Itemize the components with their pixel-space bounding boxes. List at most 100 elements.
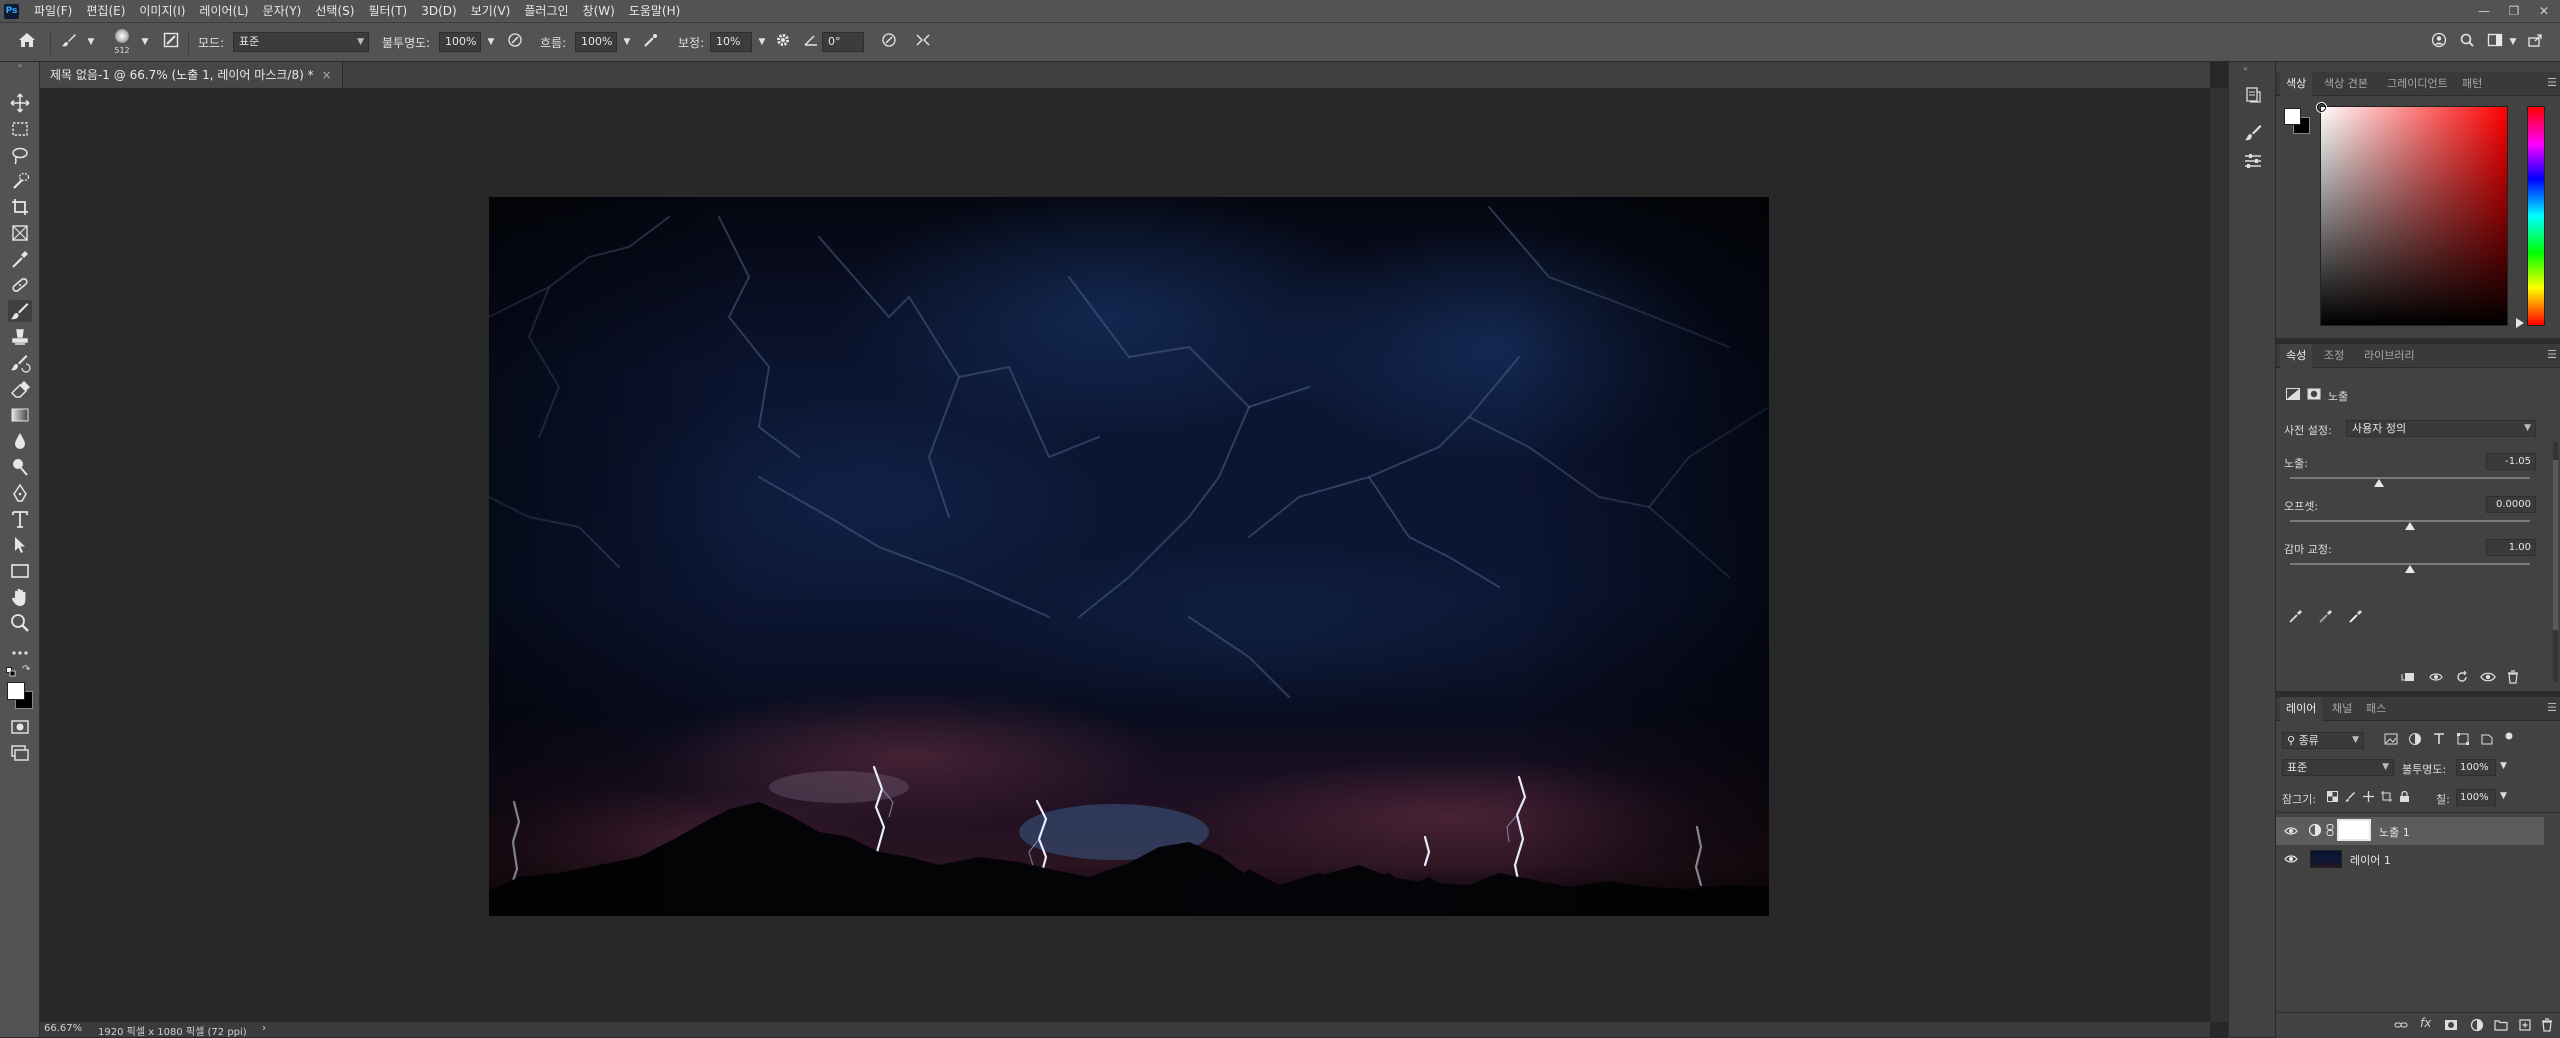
menu-item[interactable]: 플러그인 <box>517 0 575 22</box>
menu-item[interactable]: 문자(Y) <box>256 0 309 22</box>
menu-item[interactable]: 레이어(L) <box>192 0 255 22</box>
layer-row-exposure[interactable]: 노출 1 <box>2276 817 2544 845</box>
swap-colors-icon[interactable]: ↷ <box>22 664 34 676</box>
color-field[interactable] <box>2317 103 2508 326</box>
menu-item[interactable]: 보기(V) <box>464 0 518 22</box>
reset-icon[interactable] <box>2454 670 2470 687</box>
type-tool-icon[interactable] <box>8 508 32 530</box>
healing-brush-tool-icon[interactable] <box>8 274 32 296</box>
user-account-icon[interactable] <box>2428 32 2450 52</box>
view-previous-state-icon[interactable] <box>2428 670 2444 687</box>
document-canvas[interactable] <box>489 197 1769 916</box>
black-point-eyedropper-icon[interactable] <box>2288 608 2304 627</box>
tab-adjustments[interactable]: 조정 <box>2318 344 2350 368</box>
photoshop-logo[interactable]: Ps <box>4 3 19 19</box>
add-mask-icon[interactable] <box>2444 1018 2458 1035</box>
offset-slider-thumb[interactable] <box>2405 522 2415 530</box>
tab-gradients[interactable]: 그레이디언트 <box>2381 72 2454 96</box>
flow-field[interactable]: 100% <box>575 32 617 52</box>
zoom-level[interactable]: 66.67% <box>44 1023 82 1034</box>
screen-mode-icon[interactable] <box>8 742 32 764</box>
lock-artboard-icon[interactable] <box>2380 791 2392 805</box>
flow-caret-icon[interactable]: ▼ <box>616 32 638 52</box>
pen-tool-icon[interactable] <box>8 482 32 504</box>
exposure-slider[interactable] <box>2290 477 2530 479</box>
canvas-workspace[interactable] <box>40 88 2210 1022</box>
menu-item[interactable]: 도움말(H) <box>622 0 688 22</box>
lock-transparent-icon[interactable] <box>2326 791 2338 805</box>
new-layer-icon[interactable] <box>2518 1018 2532 1035</box>
layer-mask-icon[interactable] <box>2307 388 2321 400</box>
panel-menu-icon[interactable]: ☰ <box>2547 701 2557 714</box>
pressure-size-icon[interactable] <box>878 32 900 52</box>
layer-opacity-caret-icon[interactable]: ▼ <box>2500 761 2507 771</box>
panel-menu-icon[interactable]: ☰ <box>2547 76 2557 89</box>
restore-icon[interactable]: ❐ <box>2504 4 2524 18</box>
foreground-color-swatch[interactable] <box>7 682 25 700</box>
layer-opacity-field[interactable]: 100% <box>2456 759 2496 776</box>
layer-mask-thumbnail[interactable] <box>2337 819 2371 841</box>
pressure-opacity-icon[interactable] <box>504 32 526 52</box>
menu-item[interactable]: 선택(S) <box>308 0 361 22</box>
tab-swatches[interactable]: 색상 견본 <box>2318 72 2374 96</box>
properties-scrollbar-thumb[interactable] <box>2553 460 2558 630</box>
tab-layers[interactable]: 레이어 <box>2280 697 2323 721</box>
tab-libraries[interactable]: 라이브러리 <box>2358 344 2421 368</box>
preset-select[interactable]: 사용자 정의 ▼ <box>2346 420 2536 437</box>
hue-slider[interactable] <box>2527 106 2545 326</box>
tab-properties[interactable]: 속성 <box>2280 344 2313 368</box>
rectangle-tool-icon[interactable] <box>8 560 32 582</box>
tab-paths[interactable]: 패스 <box>2360 697 2392 721</box>
airbrush-icon[interactable] <box>640 32 662 52</box>
menu-item[interactable]: 이미지(I) <box>132 0 192 22</box>
tab-color[interactable]: 색상 <box>2280 72 2313 96</box>
delete-layer-icon[interactable] <box>2540 1018 2554 1035</box>
exposure-slider-thumb[interactable] <box>2373 479 2384 487</box>
new-group-icon[interactable] <box>2494 1018 2508 1035</box>
layer-filter-select[interactable]: ⚲ 종류 ▼ <box>2282 732 2364 749</box>
frame-tool-icon[interactable] <box>8 222 32 244</box>
brush-caret-icon[interactable]: ▼ <box>134 32 156 52</box>
close-tab-icon[interactable]: × <box>322 68 332 82</box>
document-tab[interactable]: 제목 없음-1 @ 66.7% (노출 1, 레이어 마스크/8) * × <box>40 62 343 88</box>
tab-patterns[interactable]: 패턴 <box>2456 72 2488 96</box>
blur-tool-icon[interactable] <box>8 430 32 452</box>
panel-menu-icon[interactable]: ☰ <box>2547 348 2557 361</box>
close-icon[interactable]: ✕ <box>2534 4 2554 18</box>
filter-adjustment-icon[interactable] <box>2408 732 2422 749</box>
gradient-tool-icon[interactable] <box>8 404 32 426</box>
search-icon[interactable] <box>2456 32 2478 52</box>
zoom-tool-icon[interactable] <box>8 612 32 634</box>
collapse-panels-icon[interactable]: « <box>2243 64 2248 73</box>
hand-tool-icon[interactable] <box>8 586 32 608</box>
lock-position-icon[interactable] <box>2362 791 2374 805</box>
more-tools-icon[interactable] <box>8 642 32 664</box>
gamma-field[interactable]: 1.00 <box>2486 539 2536 556</box>
tab-channels[interactable]: 채널 <box>2326 697 2358 721</box>
collapse-icon[interactable]: » <box>4 62 36 70</box>
adjustments-panel-icon[interactable] <box>2241 150 2265 172</box>
menu-item[interactable]: 필터(T) <box>361 0 414 22</box>
brush-settings-panel-icon[interactable] <box>2241 122 2265 144</box>
symmetry-icon[interactable] <box>912 32 934 52</box>
clip-to-layer-icon[interactable] <box>2400 670 2416 687</box>
vertical-scrollbar[interactable] <box>2210 88 2228 1022</box>
minimize-icon[interactable]: — <box>2474 4 2494 18</box>
hue-slider-thumb[interactable] <box>2516 318 2524 328</box>
clone-stamp-tool-icon[interactable] <box>8 326 32 348</box>
mode-select[interactable]: 표준 ▼ <box>233 32 369 52</box>
visibility-eye-icon[interactable] <box>2284 852 2298 866</box>
brush-tool-icon[interactable] <box>58 32 80 52</box>
layer-name[interactable]: 레이어 1 <box>2350 852 2391 868</box>
filter-type-icon[interactable] <box>2432 732 2446 749</box>
fx-icon[interactable]: fx <box>2420 1016 2431 1030</box>
gamma-slider-thumb[interactable] <box>2405 565 2415 573</box>
angle-field[interactable]: 0° <box>822 32 864 52</box>
layer-thumbnail[interactable] <box>2310 850 2342 868</box>
exposure-field[interactable]: -1.05 <box>2486 453 2536 470</box>
visibility-icon[interactable] <box>2480 670 2496 687</box>
visibility-eye-icon[interactable] <box>2284 824 2298 838</box>
layer-name[interactable]: 노출 1 <box>2379 824 2410 840</box>
filter-shape-icon[interactable] <box>2456 732 2470 749</box>
quick-mask-icon[interactable] <box>8 716 32 738</box>
